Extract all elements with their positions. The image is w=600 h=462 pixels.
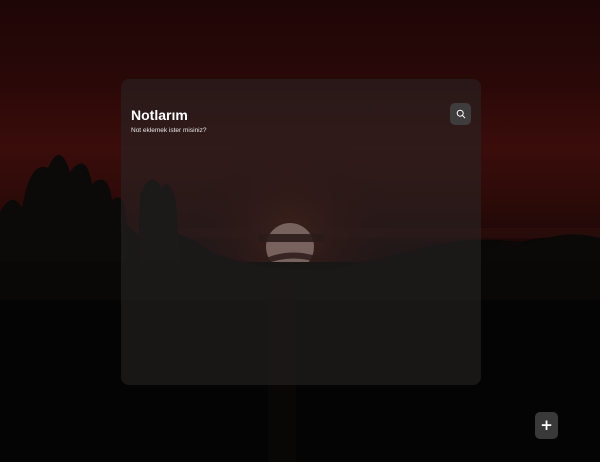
notes-panel: Notlarım Not eklemek ister misiniz? — [121, 79, 481, 385]
add-note-button[interactable]: + — [535, 412, 558, 439]
app-screen: Notlarım Not eklemek ister misiniz? + — [0, 0, 600, 462]
search-icon — [456, 109, 465, 119]
plus-icon: + — [540, 416, 553, 434]
empty-state-message: Not eklemek ister misiniz? — [131, 127, 207, 134]
page-title: Notlarım — [131, 107, 188, 123]
search-button[interactable] — [450, 103, 471, 125]
